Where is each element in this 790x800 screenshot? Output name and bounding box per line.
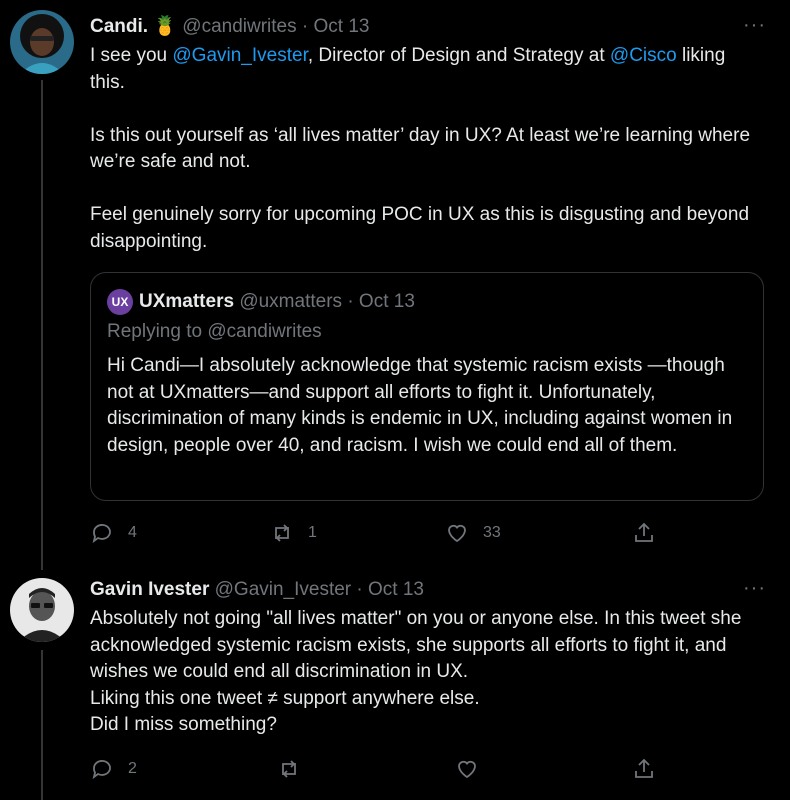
- tweet-header: Gavin Ivester @Gavin_Ivester · Oct 13: [90, 577, 424, 603]
- quote-timestamp: Oct 13: [358, 291, 415, 312]
- reply-button[interactable]: 2: [90, 755, 137, 783]
- action-bar: 2: [90, 755, 690, 783]
- replying-to: Replying to @candiwrites: [107, 321, 322, 342]
- tweet-candi[interactable]: Candi. 🍍 @candiwrites · Oct 13 ··· I see…: [0, 0, 790, 570]
- reply-icon: [92, 524, 111, 544]
- more-icon[interactable]: ···: [743, 14, 766, 37]
- paragraph: Did I miss something?: [90, 714, 277, 735]
- separator: ·: [347, 291, 354, 312]
- quoted-tweet[interactable]: UX UXmatters @uxmatters · Oct 13 Replying…: [90, 272, 764, 501]
- share-button[interactable]: [632, 755, 656, 783]
- paragraph: Liking this one tweet ≠ support anywhere…: [90, 687, 480, 709]
- retweet-icon: [275, 524, 289, 542]
- timestamp[interactable]: Oct 13: [368, 579, 424, 600]
- text-segment: I see you: [90, 45, 173, 66]
- like-icon: [448, 524, 466, 543]
- reply-icon: [92, 760, 111, 780]
- tweet-text: Absolutely not going "all lives matter" …: [90, 606, 760, 739]
- uxmatters-logo: UX: [107, 289, 133, 315]
- handle[interactable]: @Gavin_Ivester: [215, 579, 352, 600]
- pineapple-emoji: 🍍: [153, 16, 178, 37]
- avatar-gavin[interactable]: [10, 578, 74, 642]
- tweet-header: Candi. 🍍 @candiwrites · Oct 13: [90, 14, 370, 40]
- retweet-button[interactable]: 1: [270, 519, 317, 547]
- display-name[interactable]: Gavin Ivester: [90, 579, 209, 600]
- quote-display-name: UXmatters: [139, 291, 235, 312]
- tweet-text: I see you @Gavin_Ivester, Director of De…: [90, 43, 760, 255]
- paragraph: Absolutely not going "all lives matter" …: [90, 608, 742, 682]
- quote-text: Hi Candi—I absolutely acknowledge that s…: [107, 355, 733, 456]
- thread-line: [41, 650, 43, 800]
- like-icon: [458, 760, 476, 779]
- quote-handle: @uxmatters: [239, 291, 343, 312]
- quote-header: UX UXmatters @uxmatters · Oct 13: [107, 289, 415, 315]
- mention-gavin[interactable]: @Gavin_Ivester: [172, 45, 307, 66]
- handle[interactable]: @candiwrites: [182, 16, 296, 37]
- share-icon: [635, 522, 653, 542]
- thread-line: [41, 80, 43, 570]
- like-button[interactable]: [455, 755, 479, 783]
- avatar-candi[interactable]: [10, 10, 74, 74]
- like-button[interactable]: 33: [445, 519, 501, 547]
- retweet-icon: [282, 760, 296, 778]
- display-name[interactable]: Candi.: [90, 16, 148, 37]
- tweet-gavin[interactable]: Gavin Ivester @Gavin_Ivester · Oct 13 ··…: [0, 560, 790, 800]
- reply-count: 2: [128, 760, 137, 777]
- action-bar: 4 1 33: [90, 519, 690, 547]
- paragraph: Feel genuinely sorry for upcoming POC in…: [90, 204, 750, 252]
- paragraph: Is this out yourself as ‘all lives matte…: [90, 124, 751, 173]
- timestamp[interactable]: Oct 13: [314, 16, 370, 37]
- retweet-count: 1: [308, 524, 317, 541]
- more-icon[interactable]: ···: [743, 577, 766, 600]
- retweet-button[interactable]: [277, 755, 301, 783]
- share-button[interactable]: [632, 519, 656, 547]
- separator: ·: [356, 579, 363, 600]
- separator: ·: [301, 16, 309, 37]
- like-count: 33: [483, 524, 501, 541]
- text-segment: , Director of Design and Strategy at: [307, 45, 610, 66]
- share-icon: [635, 758, 653, 778]
- reply-button[interactable]: 4: [90, 519, 137, 547]
- mention-cisco[interactable]: @Cisco: [610, 45, 677, 66]
- reply-count: 4: [128, 524, 137, 541]
